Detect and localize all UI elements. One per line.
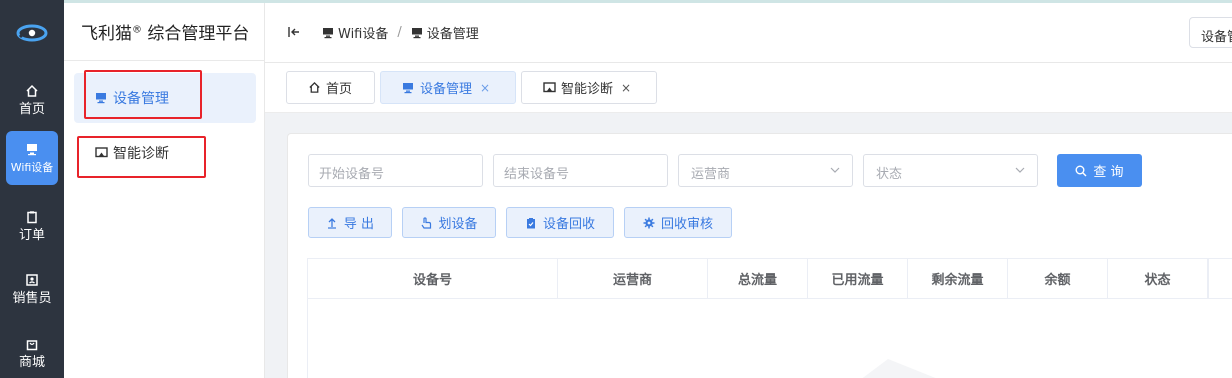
column-header-operator[interactable]: 运营商 — [558, 259, 708, 298]
table-header-row: 设备号 运营商 总流量 已用流量 剩余流量 余额 状态 — [308, 259, 1232, 299]
chevron-down-icon — [1015, 167, 1025, 173]
main-nav-rail: 首页 Wifi设备 订单 销售员 商城 — [0, 0, 64, 378]
hand-pointer-icon — [420, 216, 432, 229]
rail-item-label: 订单 — [18, 228, 45, 243]
tab-home[interactable]: 首页 — [286, 71, 375, 104]
highlight-box-smart-diagnosis — [77, 136, 206, 178]
empty-state-illustration — [862, 359, 936, 378]
collapse-sidebar-icon[interactable] — [287, 25, 301, 39]
monitor-icon — [322, 27, 334, 39]
search-icon — [1075, 165, 1087, 177]
recycle-review-button[interactable]: 回收审核 — [624, 207, 732, 238]
rail-item-orders[interactable]: 订单 — [6, 199, 58, 253]
column-header-used-traffic[interactable]: 已用流量 — [808, 259, 908, 298]
highlight-box-device-management — [84, 70, 202, 119]
app-root: 首页 Wifi设备 订单 销售员 商城 飞利猫® 综合管理平台 设备管理 智能诊… — [0, 0, 1232, 378]
column-header-extra — [1208, 259, 1232, 298]
status-select-placeholder: 状态 — [876, 167, 903, 182]
monitor-icon — [411, 27, 423, 39]
submenu-divider — [64, 60, 265, 61]
monitor-icon — [24, 141, 40, 157]
column-header-status[interactable]: 状态 — [1108, 259, 1208, 298]
column-header-device-no[interactable]: 设备号 — [308, 259, 558, 298]
query-button[interactable]: 查 询 — [1057, 154, 1142, 187]
tab-label: 设备管理 — [420, 82, 473, 97]
close-icon[interactable]: × — [480, 81, 490, 95]
column-header-balance[interactable]: 余额 — [1008, 259, 1108, 298]
breadcrumb: Wifi设备 / 设备管理 — [322, 23, 479, 42]
rail-item-label: Wifi设备 — [10, 161, 54, 174]
shopping-bag-icon — [24, 336, 40, 352]
monitor-icon — [402, 81, 415, 94]
assign-device-button-label: 划设备 — [438, 217, 478, 232]
rail-item-label: 首页 — [18, 102, 45, 117]
home-icon — [24, 83, 40, 99]
query-button-label: 查 询 — [1093, 165, 1124, 180]
app-title-suffix: 综合管理平台 — [147, 24, 250, 44]
tab-label: 首页 — [326, 82, 353, 97]
breadcrumb-item-device-management: 设备管理 — [411, 23, 479, 42]
export-button[interactable]: 导 出 — [308, 207, 392, 238]
end-device-input[interactable]: 结束设备号 — [493, 154, 668, 187]
recycle-device-button[interactable]: 设备回收 — [506, 207, 614, 238]
device-table: 设备号 运营商 总流量 已用流量 剩余流量 余额 状态 — [307, 258, 1232, 378]
top-header: Wifi设备 / 设备管理 设备管 — [265, 3, 1232, 63]
rail-item-mall[interactable]: 商城 — [6, 326, 58, 378]
contact-card-icon — [24, 272, 40, 288]
diagnosis-icon — [543, 81, 556, 94]
rail-item-salesperson[interactable]: 销售员 — [6, 262, 58, 316]
close-icon[interactable]: × — [621, 81, 631, 95]
assign-device-button[interactable]: 划设备 — [402, 207, 496, 238]
upload-icon — [326, 217, 338, 229]
tab-device-management[interactable]: 设备管理 × — [380, 71, 516, 104]
app-title: 飞利猫® 综合管理平台 — [81, 19, 249, 44]
rail-item-home[interactable]: 首页 — [6, 73, 58, 127]
operator-select[interactable]: 运营商 — [678, 154, 853, 187]
breadcrumb-item-wifi-device[interactable]: Wifi设备 — [322, 23, 388, 42]
chevron-down-icon — [830, 167, 840, 173]
clipboard-check-icon — [525, 217, 537, 229]
rail-item-wifi-device[interactable]: Wifi设备 — [6, 131, 58, 185]
breadcrumb-separator: / — [397, 25, 402, 40]
app-logo-icon[interactable] — [0, 3, 64, 63]
start-device-input[interactable]: 开始设备号 — [308, 154, 483, 187]
content-card: 开始设备号 结束设备号 运营商 状态 查 询 导 出 划设备 设备回收 回收审核… — [287, 133, 1232, 378]
rail-item-label: 商城 — [18, 355, 45, 370]
tabs-bar: 首页 设备管理 × 智能诊断 × — [265, 63, 1232, 113]
registered-mark: ® — [132, 24, 142, 36]
sub-menu-panel: 飞利猫® 综合管理平台 设备管理 智能诊断 — [64, 3, 265, 378]
status-select[interactable]: 状态 — [863, 154, 1038, 187]
recycle-device-button-label: 设备回收 — [542, 217, 595, 232]
tab-label: 智能诊断 — [561, 82, 614, 97]
breadcrumb-label: 设备管理 — [426, 27, 479, 42]
recycle-review-button-label: 回收审核 — [660, 217, 713, 232]
rail-item-label: 销售员 — [12, 291, 52, 306]
operator-select-placeholder: 运营商 — [691, 167, 731, 182]
app-title-name: 飞利猫 — [81, 24, 132, 44]
header-right-box[interactable]: 设备管 — [1189, 17, 1232, 48]
column-header-total-traffic[interactable]: 总流量 — [708, 259, 808, 298]
column-header-remaining-traffic[interactable]: 剩余流量 — [908, 259, 1008, 298]
tab-smart-diagnosis[interactable]: 智能诊断 × — [521, 71, 657, 104]
home-icon — [308, 81, 321, 94]
export-button-label: 导 出 — [343, 217, 375, 232]
breadcrumb-label: Wifi设备 — [338, 27, 389, 42]
clipboard-icon — [24, 209, 40, 225]
gear-icon — [643, 217, 655, 229]
